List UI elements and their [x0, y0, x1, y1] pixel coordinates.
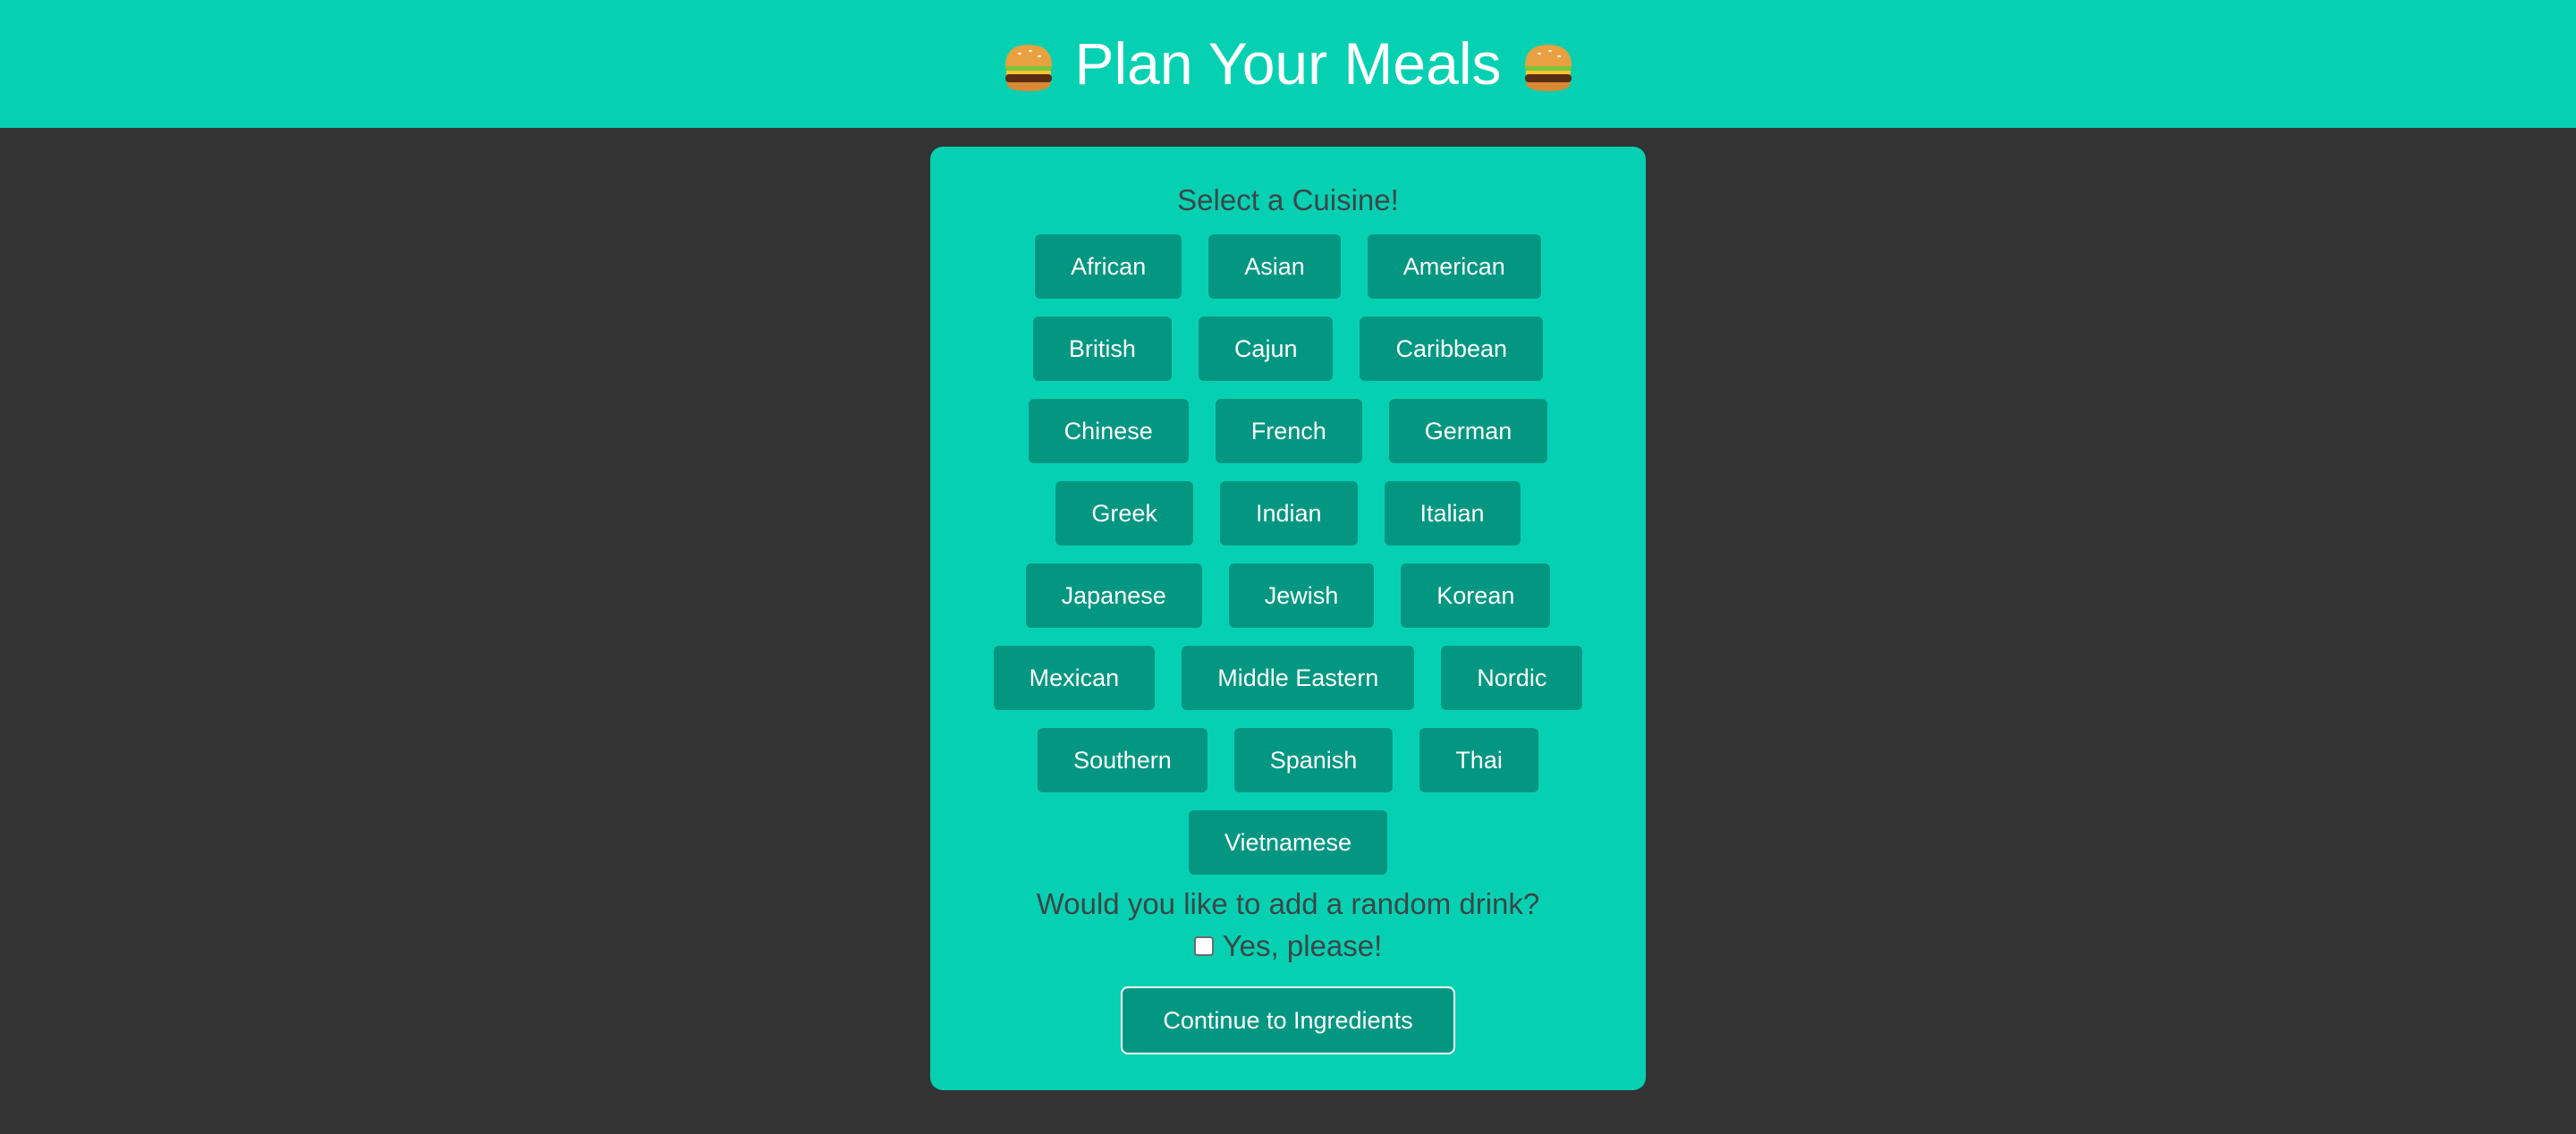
drink-option: Yes, please!	[930, 929, 1646, 963]
continue-button[interactable]: Continue to Ingredients	[1121, 986, 1455, 1054]
cuisine-button-greek[interactable]: Greek	[1055, 481, 1193, 546]
cuisine-panel: Select a Cuisine! African Asian American…	[930, 147, 1646, 1090]
cuisine-button-british[interactable]: British	[1032, 317, 1172, 381]
cuisine-row: Southern Spanish Thai	[930, 728, 1646, 792]
page-header: Plan Your Meals	[0, 0, 2576, 128]
cuisine-button-nordic[interactable]: Nordic	[1441, 646, 1583, 710]
cuisine-heading: Select a Cuisine!	[1177, 183, 1399, 216]
cuisine-button-caribbean[interactable]: Caribbean	[1360, 317, 1544, 381]
cuisine-row: Japanese Jewish Korean	[930, 563, 1646, 628]
cuisine-button-german[interactable]: German	[1388, 399, 1548, 463]
cuisine-button-korean[interactable]: Korean	[1401, 563, 1551, 628]
cuisine-row: African Asian American	[930, 234, 1646, 299]
cuisine-row: Greek Indian Italian	[930, 481, 1646, 546]
cuisine-button-italian[interactable]: Italian	[1384, 481, 1521, 546]
cuisine-button-african[interactable]: African	[1035, 234, 1182, 299]
cuisine-button-american[interactable]: American	[1367, 234, 1541, 299]
cuisine-row: Chinese French German	[930, 399, 1646, 463]
cuisine-button-mexican[interactable]: Mexican	[993, 646, 1156, 710]
cuisine-button-spanish[interactable]: Spanish	[1233, 728, 1394, 792]
cuisine-button-southern[interactable]: Southern	[1038, 728, 1208, 792]
cuisine-button-french[interactable]: French	[1215, 399, 1362, 463]
cuisine-button-asian[interactable]: Asian	[1208, 234, 1341, 299]
drink-checkbox-label[interactable]: Yes, please!	[1223, 929, 1383, 963]
cuisine-button-middle-eastern[interactable]: Middle Eastern	[1182, 646, 1415, 710]
cuisine-button-indian[interactable]: Indian	[1219, 481, 1358, 546]
burger-icon	[1521, 38, 1575, 91]
burger-icon	[1002, 38, 1055, 91]
cuisine-row: Vietnamese	[930, 810, 1646, 875]
cuisine-button-jewish[interactable]: Jewish	[1228, 563, 1375, 628]
cuisine-button-thai[interactable]: Thai	[1419, 728, 1538, 792]
cuisine-row: British Cajun Caribbean	[930, 317, 1646, 381]
cuisine-row: Mexican Middle Eastern Nordic	[930, 646, 1646, 710]
page-title: Plan Your Meals	[1074, 30, 1502, 97]
cuisine-button-chinese[interactable]: Chinese	[1028, 399, 1189, 463]
page-title-container: Plan Your Meals	[1002, 30, 1575, 97]
cuisine-button-japanese[interactable]: Japanese	[1025, 563, 1202, 628]
cuisine-button-vietnamese[interactable]: Vietnamese	[1188, 810, 1388, 875]
drink-checkbox[interactable]	[1193, 936, 1214, 956]
drink-question: Would you like to add a random drink?	[1036, 887, 1540, 920]
cuisine-button-cajun[interactable]: Cajun	[1198, 317, 1334, 381]
